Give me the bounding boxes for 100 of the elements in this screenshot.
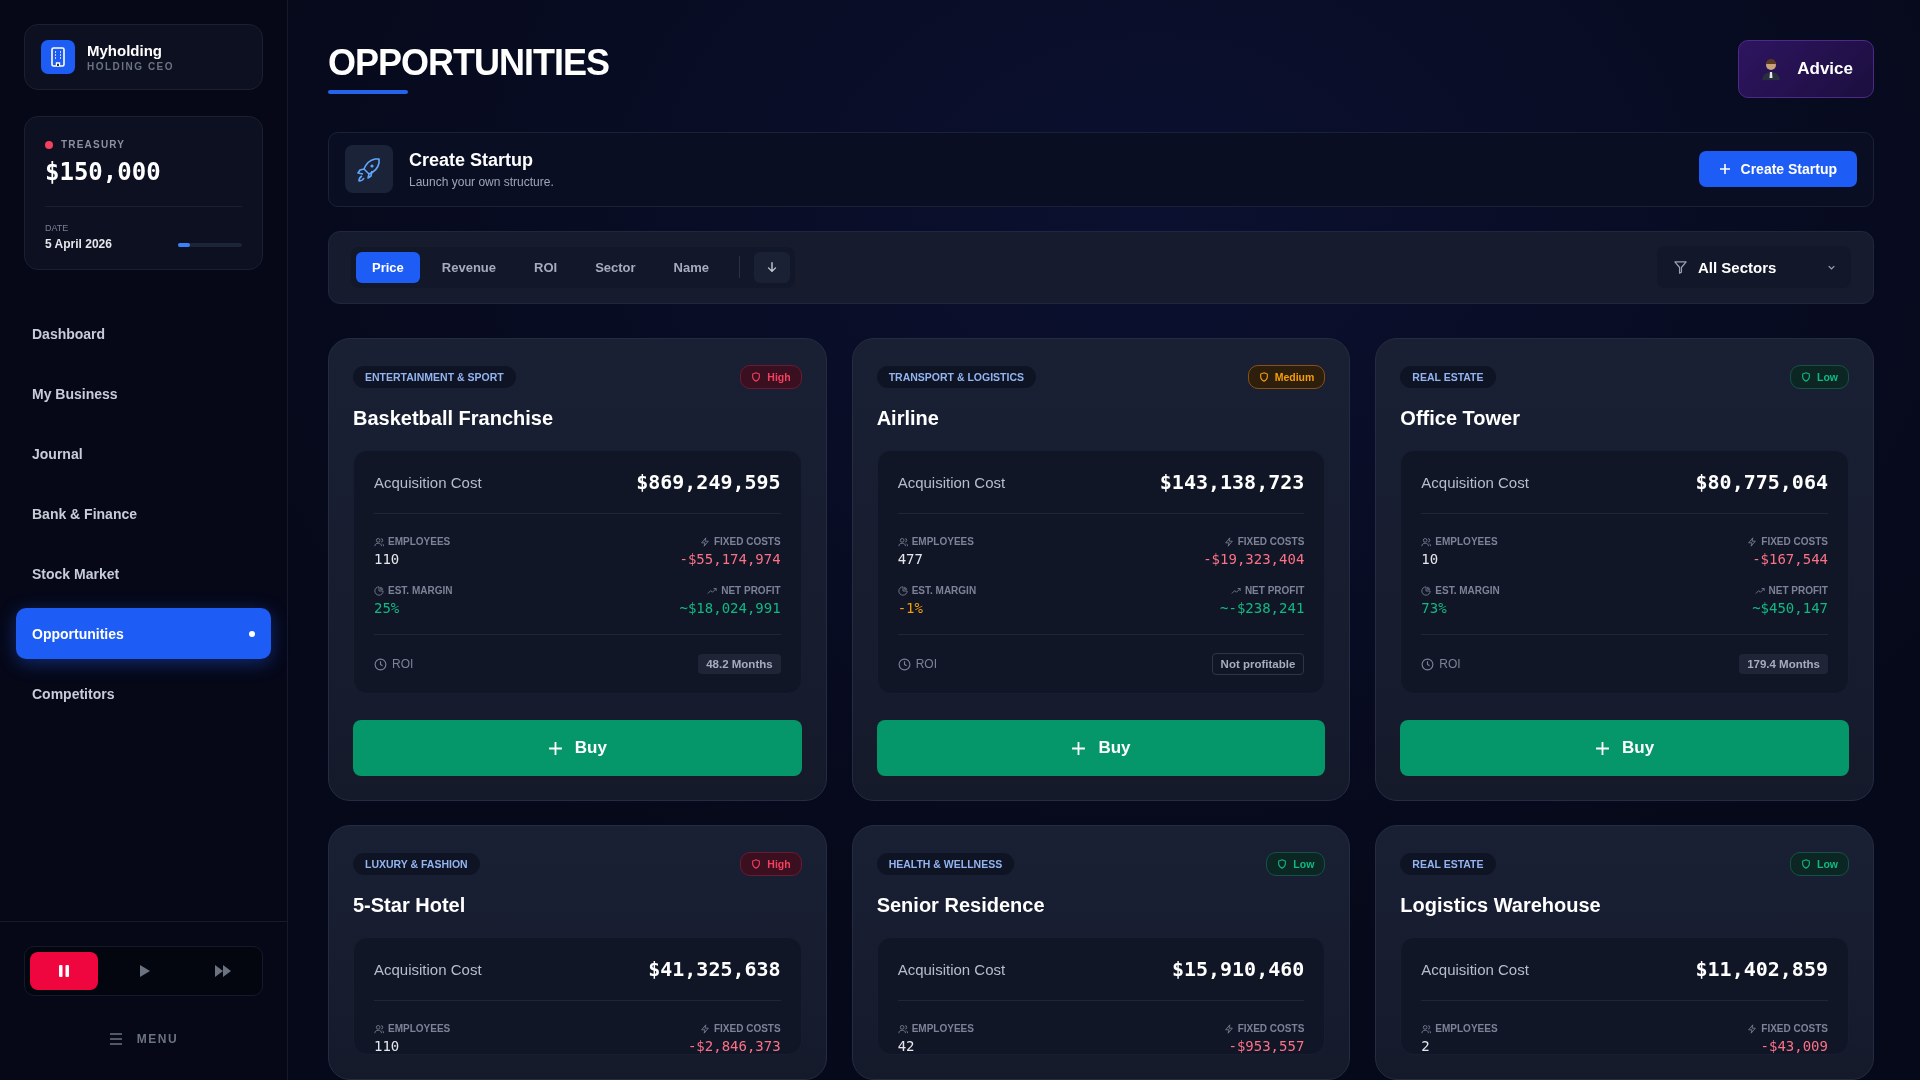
pause-button[interactable] xyxy=(30,952,98,990)
sort-tab[interactable]: Revenue xyxy=(425,251,512,283)
pie-chart-icon xyxy=(1421,585,1432,596)
date-label: DATE xyxy=(45,223,70,233)
nav-item[interactable]: Bank & Finance xyxy=(16,488,271,539)
company-role: HOLDING CEO xyxy=(87,61,175,72)
users-icon xyxy=(1421,536,1432,547)
sector-dropdown[interactable]: All Sectors xyxy=(1657,246,1851,289)
date-value: 5 April 2026 xyxy=(45,237,112,251)
bolt-icon xyxy=(699,1023,710,1034)
sort-tab[interactable]: Sector xyxy=(579,251,652,283)
employees-value: 2 xyxy=(1421,1038,1431,1054)
users-icon xyxy=(897,1023,908,1034)
menu-button[interactable]: MENU xyxy=(108,1032,179,1046)
fixed-costs-value: -$953,557 xyxy=(1227,1038,1305,1054)
cost-label: Acquisition Cost xyxy=(1421,473,1529,491)
pie-chart-icon xyxy=(374,585,384,596)
treasury-label: TREASURY xyxy=(61,139,126,150)
cost-label: Acquisition Cost xyxy=(374,960,482,978)
card-title: Senior Residence xyxy=(876,894,1046,917)
building-icon xyxy=(41,40,75,74)
nav-item[interactable]: Journal xyxy=(16,428,271,479)
cost-value: $80,775,064 xyxy=(1695,470,1828,494)
users-icon xyxy=(374,1023,384,1034)
pie-chart-icon xyxy=(897,585,908,596)
cost-label: Acquisition Cost xyxy=(1421,960,1529,978)
nav-item[interactable]: Opportunities xyxy=(16,608,271,659)
employees-label: EMPLOYEES xyxy=(388,1023,451,1034)
employees-label: EMPLOYEES xyxy=(911,536,974,547)
employees-value: 477 xyxy=(897,551,924,567)
fixed-costs-label: FIXED COSTS xyxy=(1237,1023,1305,1034)
advice-button[interactable]: Advice xyxy=(1738,40,1874,98)
nav-item[interactable]: Stock Market xyxy=(16,548,271,599)
sector-tag: TRANSPORT & LOGISTICS xyxy=(876,366,1036,388)
net-profit-value: ~-$238,241 xyxy=(1220,600,1305,616)
sector-tag: LUXURY & FASHION xyxy=(353,853,480,875)
net-profit-label: NET PROFIT xyxy=(721,585,781,596)
sector-tag: REAL ESTATE xyxy=(1400,853,1496,875)
shield-icon xyxy=(751,859,762,869)
nav-item[interactable]: Competitors xyxy=(16,668,271,719)
cost-value: $143,138,723 xyxy=(1159,470,1305,494)
sort-tab[interactable]: ROI xyxy=(518,251,574,283)
sort-tab[interactable]: Price xyxy=(356,251,420,283)
employees-value: 110 xyxy=(374,1038,401,1054)
risk-badge: High xyxy=(740,365,802,389)
risk-badge: Low xyxy=(1790,365,1849,389)
startup-title: Create Startup xyxy=(409,149,535,171)
plus-icon xyxy=(1071,740,1087,756)
fixed-costs-label: FIXED COSTS xyxy=(713,536,781,547)
fixed-costs-label: FIXED COSTS xyxy=(1761,536,1828,547)
nav-item[interactable]: Dashboard xyxy=(16,308,271,359)
trend-up-icon xyxy=(1754,585,1765,596)
risk-badge: High xyxy=(740,852,802,876)
clock-icon xyxy=(374,657,387,671)
trend-up-icon xyxy=(707,585,718,596)
fixed-costs-value: -$2,846,373 xyxy=(687,1038,781,1054)
bolt-icon xyxy=(1223,1023,1234,1034)
card-title: Basketball Franchise xyxy=(353,407,555,430)
employees-label: EMPLOYEES xyxy=(1435,536,1498,547)
cost-label: Acquisition Cost xyxy=(374,473,482,491)
roi-label: ROI xyxy=(392,657,414,671)
risk-badge: Low xyxy=(1790,852,1849,876)
margin-label: EST. MARGIN xyxy=(911,585,977,596)
nav-item[interactable]: My Business xyxy=(16,368,271,419)
create-startup-button[interactable]: Create Startup xyxy=(1698,151,1857,188)
margin-value: -1% xyxy=(897,600,924,616)
card-title: Office Tower xyxy=(1400,407,1521,430)
shield-icon xyxy=(751,372,762,382)
rocket-icon xyxy=(345,145,393,194)
cost-value: $869,249,595 xyxy=(636,470,781,494)
net-profit-value: ~$450,147 xyxy=(1752,600,1828,616)
employees-value: 110 xyxy=(374,551,401,567)
buy-button[interactable]: Buy xyxy=(1400,720,1849,776)
roi-value: 179.4 Months xyxy=(1739,654,1828,674)
shield-icon xyxy=(1277,859,1288,869)
cost-value: $41,325,638 xyxy=(648,957,781,981)
plus-icon xyxy=(547,740,563,756)
margin-value: 73% xyxy=(1421,600,1448,616)
fixed-costs-value: -$43,009 xyxy=(1759,1038,1828,1054)
cost-value: $15,910,460 xyxy=(1171,957,1305,981)
fixed-costs-value: -$19,323,404 xyxy=(1203,551,1305,567)
sort-tab[interactable]: Name xyxy=(657,251,726,283)
fixed-costs-label: FIXED COSTS xyxy=(713,1023,781,1034)
cost-label: Acquisition Cost xyxy=(897,960,1006,978)
buy-button[interactable]: Buy xyxy=(353,720,802,776)
margin-value: 25% xyxy=(374,600,401,616)
bolt-icon xyxy=(1223,536,1234,547)
buy-button[interactable]: Buy xyxy=(876,720,1326,776)
users-icon xyxy=(374,536,384,547)
roi-label: ROI xyxy=(1439,657,1461,671)
page-title: OPPORTUNITIES xyxy=(328,42,610,84)
bolt-icon xyxy=(1747,536,1758,547)
shield-icon xyxy=(1801,859,1811,869)
sort-direction-button[interactable] xyxy=(754,251,791,283)
roi-value: 48.2 Months xyxy=(698,654,781,674)
shield-icon xyxy=(1801,372,1811,382)
roi-value: Not profitable xyxy=(1211,653,1305,675)
risk-badge: Low xyxy=(1266,852,1326,876)
menu-icon xyxy=(108,1033,123,1045)
fixed-costs-label: FIXED COSTS xyxy=(1761,1023,1828,1034)
